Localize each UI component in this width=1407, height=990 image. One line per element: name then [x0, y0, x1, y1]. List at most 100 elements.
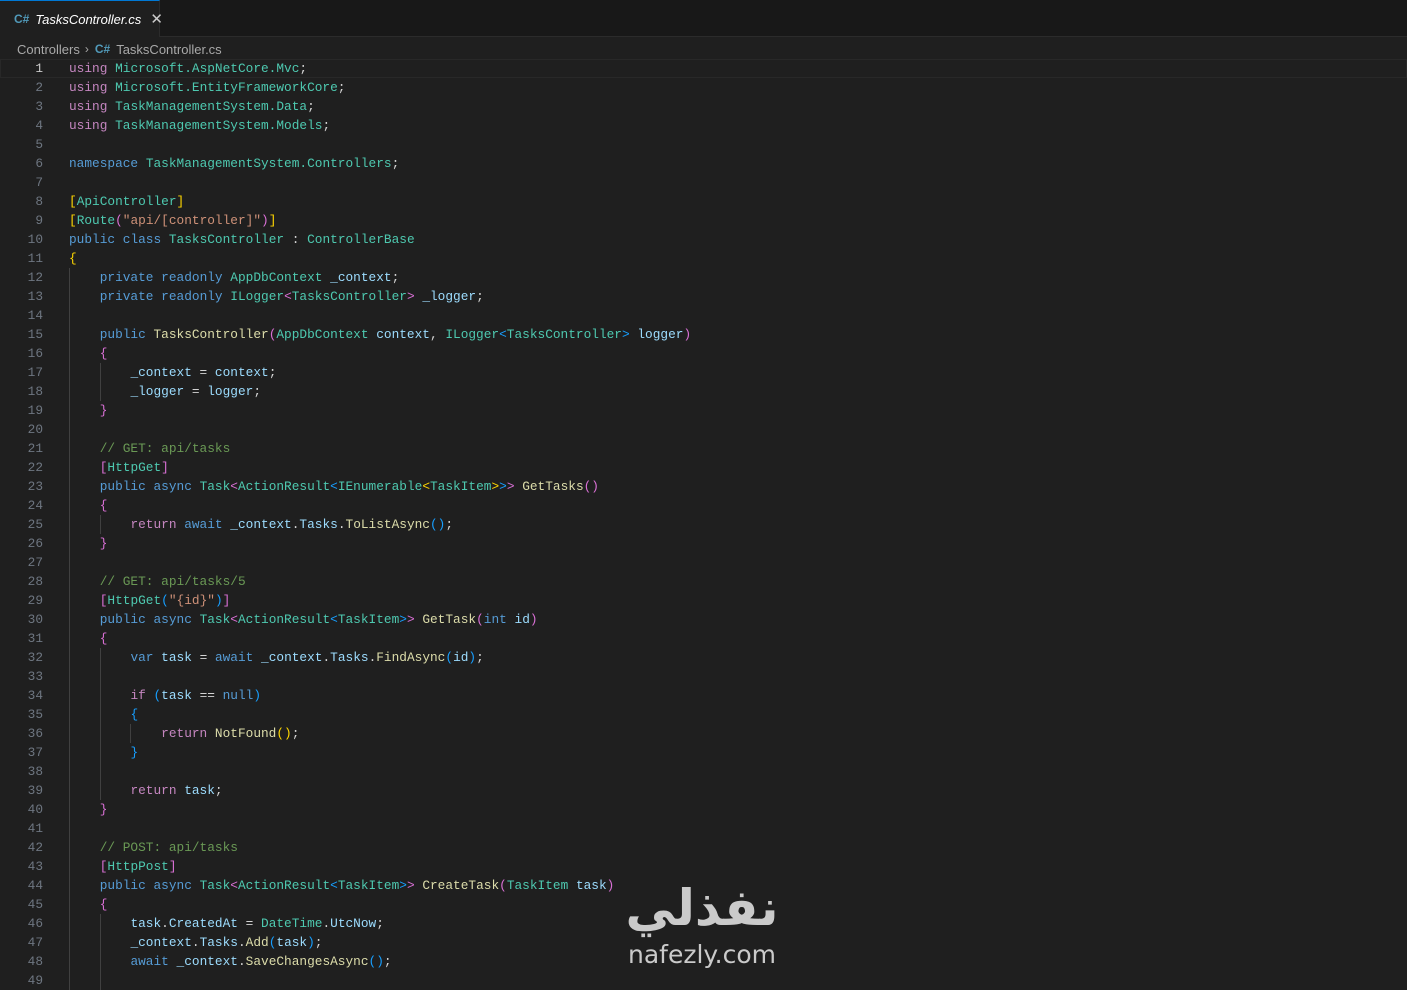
code-line[interactable]: 16 {	[0, 344, 1407, 363]
code-token: )	[529, 612, 538, 627]
code-line[interactable]: 48 await _context.SaveChangesAsync();	[0, 952, 1407, 971]
line-number: 7	[35, 175, 43, 190]
code-line[interactable]: 20	[0, 420, 1407, 439]
code-text: _logger = logger;	[69, 382, 261, 401]
code-token: [	[69, 194, 77, 209]
code-token: TasksController	[168, 232, 285, 247]
code-line[interactable]: 29 [HttpGet("{id}")]	[0, 591, 1407, 610]
indent-guide	[69, 743, 100, 762]
line-number: 48	[27, 954, 43, 969]
code-token: task	[130, 916, 162, 931]
code-line[interactable]: 1 using Microsoft.AspNetCore.Mvc;	[0, 59, 1407, 78]
code-token: TaskItem	[506, 878, 569, 893]
code-line[interactable]: 13 private readonly ILogger<TasksControll…	[0, 287, 1407, 306]
code-line[interactable]: 22 [HttpGet]	[0, 458, 1407, 477]
code-line[interactable]: 49	[0, 971, 1407, 990]
code-line[interactable]: 41	[0, 819, 1407, 838]
code-line[interactable]: 9 [Route("api/[controller]")]	[0, 211, 1407, 230]
code-line[interactable]: 43 [HttpPost]	[0, 857, 1407, 876]
code-line[interactable]: 30 public async Task<ActionResult<TaskIte…	[0, 610, 1407, 629]
code-token: // POST: api/tasks	[99, 840, 238, 855]
code-line[interactable]: 2 using Microsoft.EntityFrameworkCore;	[0, 78, 1407, 97]
code-line[interactable]: 25 return await _context.Tasks.ToListAsyn…	[0, 515, 1407, 534]
code-token: <	[230, 479, 238, 494]
indent-guide	[100, 952, 131, 971]
code-line[interactable]: 28 // GET: api/tasks/5	[0, 572, 1407, 591]
code-token: ]	[161, 460, 169, 475]
code-line[interactable]: 39 return task;	[0, 781, 1407, 800]
code-line[interactable]: 15 public TasksController(AppDbContext co…	[0, 325, 1407, 344]
code-line[interactable]: 27	[0, 553, 1407, 572]
code-line[interactable]: 21 // GET: api/tasks	[0, 439, 1407, 458]
tab-tasks-controller[interactable]: C# TasksController.cs ✕	[0, 0, 163, 37]
code-line[interactable]: 42 // POST: api/tasks	[0, 838, 1407, 857]
tab-bar: C# TasksController.cs ✕	[0, 0, 1407, 37]
breadcrumb-folder[interactable]: Controllers	[17, 42, 80, 57]
code-line[interactable]: 4 using TaskManagementSystem.Models;	[0, 116, 1407, 135]
line-number: 34	[27, 688, 43, 703]
code-line[interactable]: 32 var task = await _context.Tasks.FindAs…	[0, 648, 1407, 667]
code-text	[69, 420, 100, 439]
line-number: 44	[27, 878, 43, 893]
line-number: 29	[27, 593, 43, 608]
code-line[interactable]: 17 _context = context;	[0, 363, 1407, 382]
code-line[interactable]: 7	[0, 173, 1407, 192]
code-line[interactable]: 19}	[0, 401, 1407, 420]
code-line[interactable]: 10 public class TasksController : Control…	[0, 230, 1407, 249]
code-line[interactable]: 12 private readonly AppDbContext _context…	[0, 268, 1407, 287]
code-line[interactable]: 14	[0, 306, 1407, 325]
code-token: public	[69, 232, 116, 247]
chevron-right-icon: ›	[84, 42, 89, 56]
code-token: task	[184, 783, 215, 798]
indent-guide	[69, 705, 100, 724]
code-line[interactable]: 8 [ApiController]	[0, 192, 1407, 211]
code-token: ILogger	[230, 289, 285, 304]
code-line[interactable]: 23 public async Task<ActionResult<IEnumer…	[0, 477, 1407, 496]
code-line[interactable]: 37}	[0, 743, 1407, 762]
code-line[interactable]: 35 {	[0, 705, 1407, 724]
code-line[interactable]: 40}	[0, 800, 1407, 819]
code-token: AppDbContext	[230, 270, 323, 285]
code-line[interactable]: 38	[0, 762, 1407, 781]
code-line[interactable]: 44 public async Task<ActionResult<TaskIte…	[0, 876, 1407, 895]
close-icon[interactable]: ✕	[150, 10, 163, 28]
code-token: (	[499, 878, 507, 893]
code-token: ILogger	[445, 327, 500, 342]
code-text: task.CreatedAt = DateTime.UtcNow;	[69, 914, 383, 933]
breadcrumb-file[interactable]: TasksController.cs	[116, 42, 221, 57]
code-line[interactable]: 46 task.CreatedAt = DateTime.UtcNow;	[0, 914, 1407, 933]
code-line[interactable]: 5	[0, 135, 1407, 154]
code-line[interactable]: 3 using TaskManagementSystem.Data;	[0, 97, 1407, 116]
code-line[interactable]: 47 _context.Tasks.Add(task);	[0, 933, 1407, 952]
line-number: 47	[27, 935, 43, 950]
code-line[interactable]: 18 _logger = logger;	[0, 382, 1407, 401]
code-token: Microsoft.AspNetCore.Mvc	[115, 61, 300, 76]
line-number: 12	[27, 270, 43, 285]
code-token: ToListAsync	[345, 517, 430, 532]
code-line[interactable]: 11 {	[0, 249, 1407, 268]
code-text: private readonly ILogger<TasksController…	[69, 287, 484, 306]
code-line[interactable]: 45 {	[0, 895, 1407, 914]
code-token: >	[499, 479, 507, 494]
line-number: 45	[27, 897, 43, 912]
code-line[interactable]: 24 {	[0, 496, 1407, 515]
code-token: <	[330, 612, 338, 627]
code-line[interactable]: 34 if (task == null)	[0, 686, 1407, 705]
indent-guide	[100, 648, 131, 667]
code-text: // GET: api/tasks	[69, 439, 231, 458]
code-token: ]	[168, 859, 177, 874]
code-line[interactable]: 6 namespace TaskManagementSystem.Controll…	[0, 154, 1407, 173]
code-text: public async Task<ActionResult<TaskItem>…	[69, 610, 538, 629]
code-token: <	[499, 327, 507, 342]
indent-guide	[100, 724, 131, 743]
code-line[interactable]: 36 return NotFound();	[0, 724, 1407, 743]
code-line[interactable]: 33	[0, 667, 1407, 686]
indent-guide	[69, 724, 100, 743]
code-token: ]	[222, 593, 231, 608]
code-line[interactable]: 31 {	[0, 629, 1407, 648]
code-token: )	[606, 878, 615, 893]
code-token: NotFound	[214, 726, 277, 741]
code-line[interactable]: 26}	[0, 534, 1407, 553]
code-editor[interactable]: 1 using Microsoft.AspNetCore.Mvc; 2 using M…	[0, 59, 1407, 990]
breadcrumb: Controllers › C# TasksController.cs	[17, 40, 222, 58]
